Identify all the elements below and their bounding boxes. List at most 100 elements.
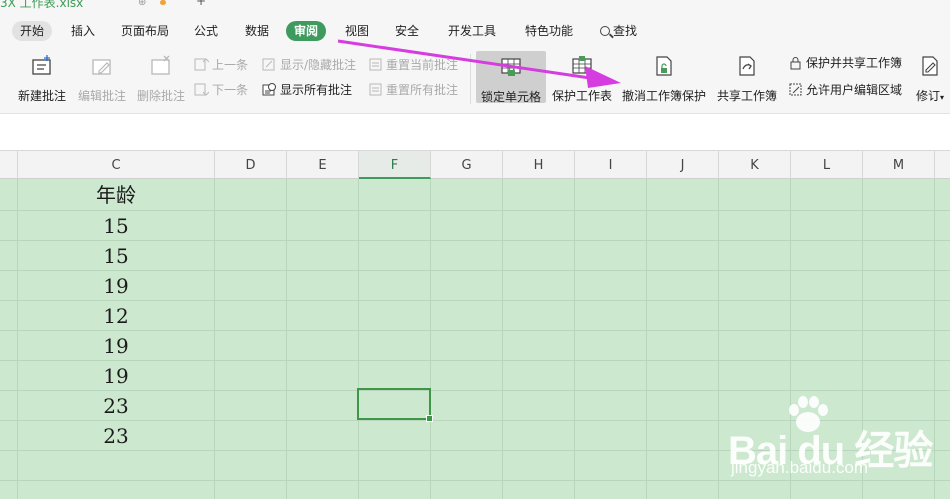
col-header-l[interactable]: L: [791, 151, 863, 179]
ribbon-review: 新建批注 编辑批注 删除批注 上一条 下一条 显示/隐藏批注 显示所有批注 重置…: [0, 46, 950, 114]
share-workbook-label: 共享工作簿: [716, 89, 777, 103]
reset-current-comment-button[interactable]: 重置当前批注: [368, 56, 458, 74]
reset-all-comments-label: 重置所有批注: [386, 83, 459, 97]
reset-all-comments-button[interactable]: 重置所有批注: [368, 81, 458, 99]
watermark-url: jingyan.baidu.com: [731, 458, 869, 477]
allow-edit-ranges-button[interactable]: 允许用户编辑区域: [788, 81, 902, 99]
search-label: 查找: [613, 24, 638, 38]
grid-vline: [574, 179, 575, 499]
ribbon-separator: [470, 54, 471, 104]
lock-cell-icon: [501, 58, 521, 76]
cell-c-value[interactable]: 23: [18, 421, 214, 451]
lock-cell-button[interactable]: 锁定单元格: [476, 51, 546, 104]
grid-vline: [646, 179, 647, 499]
col-header-e[interactable]: E: [287, 151, 359, 179]
tab-page-layout[interactable]: 页面布局: [113, 21, 177, 41]
cell-c-header[interactable]: 年龄: [18, 180, 214, 210]
tab-developer[interactable]: 开发工具: [440, 21, 504, 41]
unsaved-dot-icon: [160, 0, 166, 5]
show-hide-comment-label: 显示/隐藏批注: [280, 58, 357, 72]
col-header-j[interactable]: J: [647, 151, 719, 179]
col-header-m[interactable]: M: [863, 151, 935, 179]
menu-bar: 开始 插入 页面布局 公式 数据 审阅 视图 安全 开发工具 特色功能 查找: [0, 10, 950, 46]
unprotect-workbook-button[interactable]: 撤消工作簿保护: [621, 54, 707, 104]
grid-vline: [214, 179, 215, 499]
reset-current-comment-label: 重置当前批注: [386, 58, 459, 72]
cell-c-value[interactable]: 15: [18, 211, 214, 241]
grid-vline: [718, 179, 719, 499]
protect-sheet-button[interactable]: 保护工作表: [551, 54, 613, 104]
title-strip: 3X 工作表.xlsx ⊕ +: [0, 0, 950, 10]
prev-comment-label: 上一条: [212, 58, 249, 72]
cell-c-value[interactable]: 15: [18, 241, 214, 271]
file-tab-name[interactable]: 3X 工作表.xlsx: [0, 0, 83, 10]
show-hide-comment-button[interactable]: 显示/隐藏批注: [262, 56, 356, 74]
cell-c-value[interactable]: 12: [18, 301, 214, 331]
cell-c-value[interactable]: 23: [18, 391, 214, 421]
protect-sheet-label: 保护工作表: [551, 89, 612, 103]
protect-sheet-icon: [572, 56, 592, 74]
tab-insert[interactable]: 插入: [63, 21, 103, 41]
cell-c-value[interactable]: 19: [18, 331, 214, 361]
tab-security[interactable]: 安全: [387, 21, 427, 41]
revise-icon: [922, 56, 938, 76]
col-header-k[interactable]: K: [719, 151, 791, 179]
share-workbook-button[interactable]: 共享工作簿: [716, 54, 778, 104]
column-header-row: C D E F G H I J K L M: [0, 151, 950, 179]
row-header-corner: [0, 151, 18, 179]
formula-bar-area[interactable]: [0, 115, 950, 151]
tab-special-features[interactable]: 特色功能: [517, 21, 581, 41]
grid-vline: [430, 179, 431, 499]
revise-button[interactable]: 修订▾: [912, 54, 948, 104]
tab-view[interactable]: 视图: [337, 21, 377, 41]
col-header-g[interactable]: G: [431, 151, 503, 179]
unprotect-workbook-icon: [656, 56, 672, 76]
share-workbook-icon: [739, 56, 755, 76]
col-header-i[interactable]: I: [575, 151, 647, 179]
search-icon: [600, 26, 610, 36]
show-all-comments-button[interactable]: 显示所有批注: [262, 81, 352, 99]
edit-comment-button[interactable]: 编辑批注: [76, 54, 128, 104]
edit-comment-label: 编辑批注: [77, 89, 126, 103]
allow-edit-ranges-icon: [789, 83, 802, 96]
allow-edit-ranges-label: 允许用户编辑区域: [806, 83, 903, 97]
tab-formulas[interactable]: 公式: [186, 21, 226, 41]
next-comment-label: 下一条: [212, 83, 249, 97]
protect-share-lock-icon: [790, 57, 801, 70]
reset-current-comment-icon: [369, 58, 382, 71]
grid-vline: [286, 179, 287, 499]
next-comment-button[interactable]: 下一条: [194, 81, 248, 99]
col-header-f[interactable]: F: [359, 151, 431, 179]
grid-vline: [358, 179, 359, 499]
prev-comment-button[interactable]: 上一条: [194, 56, 248, 74]
new-tab-button[interactable]: +: [196, 0, 206, 8]
col-header-d[interactable]: D: [215, 151, 287, 179]
delete-comment-button[interactable]: 删除批注: [135, 54, 187, 104]
grid-vline: [502, 179, 503, 499]
cell-c-value[interactable]: 19: [18, 271, 214, 301]
reset-all-comments-icon: [369, 83, 382, 96]
delete-comment-icon: [151, 55, 170, 75]
search-button[interactable]: 查找: [592, 21, 645, 41]
next-comment-icon: [194, 83, 209, 96]
unprotect-workbook-label: 撤消工作簿保护: [621, 89, 706, 103]
lock-cell-label: 锁定单元格: [480, 90, 541, 104]
col-header-c[interactable]: C: [18, 151, 215, 179]
show-all-comments-label: 显示所有批注: [280, 83, 353, 97]
new-comment-button[interactable]: 新建批注: [16, 54, 68, 104]
tab-review[interactable]: 审阅: [286, 21, 327, 41]
revise-label: 修订▾: [915, 89, 945, 103]
tab-data[interactable]: 数据: [237, 21, 277, 41]
pin-icon[interactable]: ⊕: [138, 0, 146, 8]
active-cell-selection[interactable]: [357, 388, 433, 422]
protect-share-workbook-button[interactable]: 保护并共享工作簿: [788, 54, 902, 72]
new-comment-icon: [32, 55, 51, 75]
show-hide-comment-icon: [262, 58, 275, 71]
delete-comment-label: 删除批注: [136, 89, 185, 103]
cell-c-value[interactable]: 19: [18, 361, 214, 391]
show-all-comments-icon: [262, 83, 276, 96]
protect-share-workbook-label: 保护并共享工作簿: [806, 56, 903, 70]
new-comment-label: 新建批注: [17, 89, 66, 103]
col-header-h[interactable]: H: [503, 151, 575, 179]
tab-home[interactable]: 开始: [12, 21, 53, 41]
